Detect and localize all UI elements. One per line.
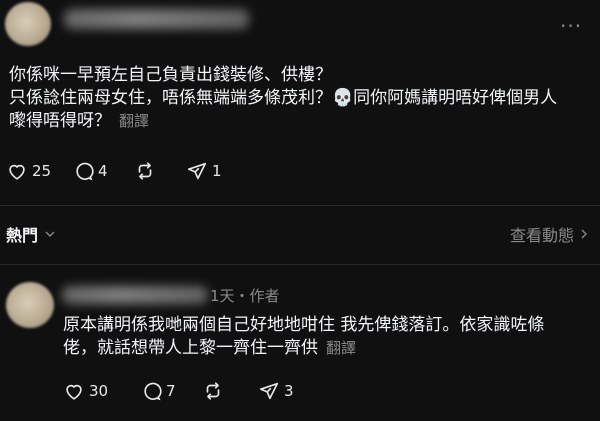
divider: [0, 264, 600, 265]
translate-link[interactable]: 翻譯: [119, 112, 149, 130]
post-actions: 25 4 1: [6, 160, 222, 182]
avatar[interactable]: [5, 2, 51, 46]
reply-button[interactable]: 4: [72, 160, 134, 182]
post-line-3-text: 嚟得唔得呀？: [9, 111, 111, 131]
heart-icon: [66, 384, 82, 400]
divider: [0, 205, 600, 206]
repost-icon: [206, 382, 220, 400]
reply-line-2: 佬，就話想帶人上黎一齊住一齊供 翻譯: [63, 337, 356, 360]
post-line-2: 只係諗住兩母女住，唔係無端端多條茂利？💀同你阿媽講明唔好俾個男人: [9, 88, 558, 108]
heart-icon: [9, 164, 25, 180]
share-count: 1: [212, 162, 222, 180]
reply-line-1: 原本講明係我哋兩個自己好地地咁住 我先俾錢落訂。依家識咗條: [63, 315, 545, 335]
sort-label: 熱門: [6, 226, 39, 245]
reply-repost-button[interactable]: [202, 380, 258, 402]
post-line-1: 你係咪一早預左自己負責出錢裝修、供樓？: [9, 65, 332, 85]
share-button[interactable]: 1: [186, 160, 222, 182]
more-icon[interactable]: ···: [560, 14, 582, 38]
reply-username[interactable]: [62, 286, 208, 304]
reply-reply-count: 7: [166, 382, 176, 400]
send-icon: [187, 162, 207, 180]
chevron-right-icon: [581, 229, 587, 239]
reply-like-count: 30: [89, 382, 109, 400]
view-activity-label: 查看動態: [510, 226, 575, 245]
view-activity-link[interactable]: 查看動態: [510, 222, 592, 246]
post-line-3: 嚟得唔得呀？ 翻譯: [9, 110, 149, 133]
reply-line-2-text: 佬，就話想帶人上黎一齊住一齊供: [63, 338, 318, 358]
reply-translate-link[interactable]: 翻譯: [326, 339, 356, 357]
repost-icon: [138, 162, 152, 180]
reply-avatar[interactable]: [6, 282, 54, 328]
repost-button[interactable]: [134, 160, 186, 182]
reply-reply-button[interactable]: 7: [140, 380, 202, 402]
reply-count: 4: [98, 162, 108, 180]
comment-icon: [144, 382, 162, 401]
username[interactable]: [64, 9, 249, 29]
sort-dropdown[interactable]: 熱門: [6, 222, 58, 246]
like-count: 25: [32, 162, 52, 180]
reply-meta: 1天・作者: [210, 287, 280, 305]
reply-like-button[interactable]: 30: [63, 380, 140, 402]
reply-actions: 30 7 3: [63, 380, 294, 402]
chevron-down-icon: [45, 231, 55, 237]
reply-share-count: 3: [284, 382, 294, 400]
comment-icon: [76, 162, 94, 181]
send-icon: [259, 382, 279, 400]
reply-share-button[interactable]: 3: [258, 380, 294, 402]
like-button[interactable]: 25: [6, 160, 72, 182]
